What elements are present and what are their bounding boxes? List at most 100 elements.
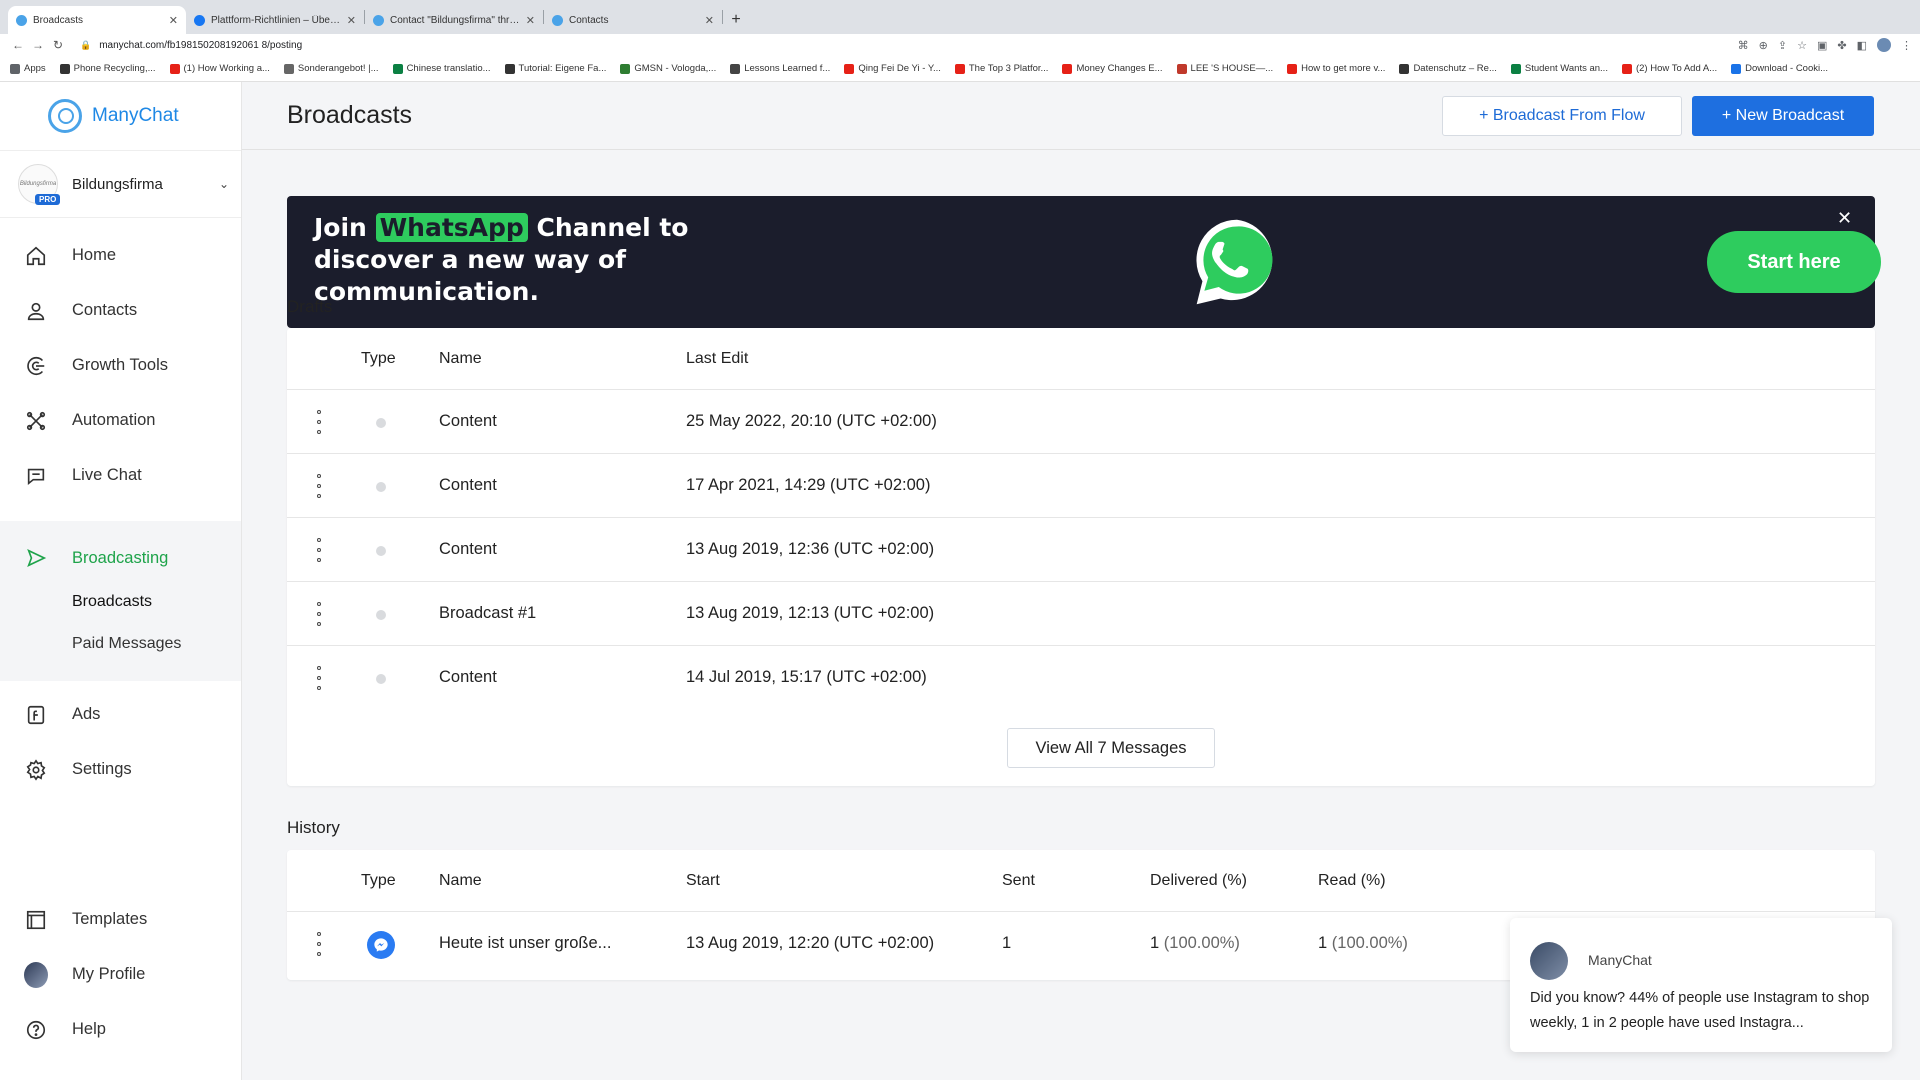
extension-icon[interactable]: ▣ xyxy=(1817,39,1827,52)
read-percent: (100.00%) xyxy=(1331,934,1408,952)
translate-icon[interactable]: ⌘ xyxy=(1738,39,1749,52)
close-tab-icon[interactable]: ✕ xyxy=(526,14,535,27)
draft-last-edit: 17 Apr 2021, 14:29 (UTC +02:00) xyxy=(686,476,931,494)
sidebar-subitem-label: Broadcasts xyxy=(72,593,153,610)
sidebar-item-templates[interactable]: Templates xyxy=(0,892,241,947)
browser-tab[interactable]: Contacts ✕ xyxy=(544,6,722,34)
sidebar-item-settings[interactable]: Settings xyxy=(0,742,241,797)
column-header-start: Start xyxy=(686,872,720,889)
banner-headline: Join WhatsApp Channel to discover a new … xyxy=(314,212,694,308)
bookmark-favicon-icon xyxy=(283,63,294,74)
puzzle-icon[interactable]: ✤ xyxy=(1837,39,1846,52)
browser-tab[interactable]: Broadcasts ✕ xyxy=(8,6,186,34)
new-broadcast-button[interactable]: + New Broadcast xyxy=(1692,96,1874,136)
browser-tab[interactable]: Plattform-Richtlinien – Übersicht ✕ xyxy=(186,6,364,34)
row-menu-icon[interactable] xyxy=(317,602,321,626)
sidebar-item-growth-tools[interactable]: Growth Tools xyxy=(0,338,241,393)
bookmark-item[interactable]: Chinese translatio... xyxy=(392,63,491,74)
bookmark-item[interactable]: Datenschutz – Re... xyxy=(1399,63,1497,74)
bookmark-label: Qing Fei De Yi - Y... xyxy=(858,63,941,74)
bookmark-item[interactable]: Tutorial: Eigene Fa... xyxy=(504,63,607,74)
live-chat-icon xyxy=(24,464,48,488)
sidebar-subitem-broadcasts[interactable]: Broadcasts xyxy=(0,581,241,623)
profile-avatar xyxy=(24,961,48,988)
bookmark-favicon-icon xyxy=(10,63,20,74)
drafts-card: Type Name Last Edit Content 25 May 2022, … xyxy=(287,328,1875,786)
sidepanel-icon[interactable]: ◧ xyxy=(1857,39,1867,52)
address-bar[interactable]: 🔒 manychat.com/fb198150208192061 8/posti… xyxy=(80,40,1738,51)
bookmark-label: Sonderangebot! |... xyxy=(297,63,379,74)
bookmark-item[interactable]: Apps xyxy=(10,63,46,74)
share-icon[interactable]: ⇪ xyxy=(1778,39,1787,52)
close-tab-icon[interactable]: ✕ xyxy=(347,14,356,27)
draft-last-edit: 25 May 2022, 20:10 (UTC +02:00) xyxy=(686,412,937,430)
bookmark-item[interactable]: Download - Cooki... xyxy=(1731,63,1828,74)
table-row[interactable]: Content 17 Apr 2021, 14:29 (UTC +02:00) xyxy=(287,454,1875,518)
start-here-button[interactable]: Start here xyxy=(1707,231,1881,293)
row-menu-icon[interactable] xyxy=(317,932,321,956)
bookmark-label: Tutorial: Eigene Fa... xyxy=(518,63,607,74)
back-arrow-icon[interactable]: ← xyxy=(8,38,28,52)
whatsapp-promo-banner: Join WhatsApp Channel to discover a new … xyxy=(287,196,1881,328)
zoom-icon[interactable]: ⊕ xyxy=(1759,39,1768,52)
forward-arrow-icon[interactable]: → xyxy=(28,38,48,52)
sidebar-item-live-chat[interactable]: Live Chat xyxy=(0,448,241,503)
bookmark-item[interactable]: Phone Recycling,... xyxy=(59,63,156,74)
bookmark-item[interactable]: How to get more v... xyxy=(1287,63,1385,74)
browser-menu-icon[interactable]: ⋮ xyxy=(1901,39,1912,52)
pro-badge: PRO xyxy=(35,194,61,205)
bookmark-star-icon[interactable]: ☆ xyxy=(1797,39,1807,52)
view-all-messages-button[interactable]: View All 7 Messages xyxy=(1007,728,1215,768)
page-header: Broadcasts + Broadcast From Flow + New B… xyxy=(242,82,1920,150)
sidebar-item-help[interactable]: Help xyxy=(0,1002,241,1057)
chat-notification-popup[interactable]: ManyChat Did you know? 44% of people use… xyxy=(1510,918,1892,1052)
sidebar-item-label: Contacts xyxy=(72,301,138,319)
bookmark-item[interactable]: (1) How Working a... xyxy=(169,63,270,74)
sidebar-item-label: Ads xyxy=(72,705,101,723)
table-row[interactable]: Content 25 May 2022, 20:10 (UTC +02:00) xyxy=(287,390,1875,454)
bookmark-item[interactable]: Money Changes E... xyxy=(1062,63,1163,74)
sidebar-subitem-paid-messages[interactable]: Paid Messages xyxy=(0,623,241,665)
bookmark-item[interactable]: GMSN - Vologda,... xyxy=(620,63,716,74)
row-menu-icon[interactable] xyxy=(317,538,321,562)
bookmark-label: Money Changes E... xyxy=(1076,63,1163,74)
new-tab-button[interactable]: + xyxy=(723,6,749,34)
bookmark-favicon-icon xyxy=(1621,63,1632,74)
sidebar-item-contacts[interactable]: Contacts xyxy=(0,283,241,338)
table-row[interactable]: Broadcast #1 13 Aug 2019, 12:13 (UTC +02:… xyxy=(287,582,1875,646)
sidebar-item-home[interactable]: Home xyxy=(0,228,241,283)
close-tab-icon[interactable]: ✕ xyxy=(169,14,178,27)
bookmark-item[interactable]: Lessons Learned f... xyxy=(730,63,830,74)
sidebar-item-ads[interactable]: Ads xyxy=(0,687,241,742)
close-tab-icon[interactable]: ✕ xyxy=(705,14,714,27)
broadcast-from-flow-button[interactable]: + Broadcast From Flow xyxy=(1442,96,1682,136)
bookmark-favicon-icon xyxy=(1176,63,1187,74)
row-menu-icon[interactable] xyxy=(317,474,321,498)
bookmark-item[interactable]: Qing Fei De Yi - Y... xyxy=(844,63,941,74)
bookmark-item[interactable]: The Top 3 Platfor... xyxy=(954,63,1048,74)
account-switcher[interactable]: Bildungsfirma PRO Bildungsfirma ⌄ xyxy=(0,150,241,218)
bookmark-item[interactable]: Sonderangebot! |... xyxy=(283,63,379,74)
browser-profile-avatar[interactable] xyxy=(1877,38,1891,52)
history-heading: History xyxy=(287,818,340,837)
main-nav: Home Contacts Growth Tools Automation Li… xyxy=(0,218,241,797)
bookmark-item[interactable]: (2) How To Add A... xyxy=(1621,63,1717,74)
bookmark-item[interactable]: Student Wants an... xyxy=(1510,63,1608,74)
bookmark-favicon-icon xyxy=(730,63,741,74)
row-menu-icon[interactable] xyxy=(317,666,321,690)
sidebar-item-my-profile[interactable]: My Profile xyxy=(0,947,241,1002)
bookmark-label: Apps xyxy=(24,63,46,74)
bookmark-item[interactable]: LEE 'S HOUSE—... xyxy=(1176,63,1273,74)
brand-logo[interactable]: ManyChat xyxy=(0,82,241,150)
sidebar-item-automation[interactable]: Automation xyxy=(0,393,241,448)
browser-tab[interactable]: Contact "Bildungsfirma" through ✕ xyxy=(365,6,543,34)
column-header-last-edit: Last Edit xyxy=(686,350,749,367)
close-icon[interactable]: ✕ xyxy=(1837,208,1852,229)
row-menu-icon[interactable] xyxy=(317,410,321,434)
sidebar-item-broadcasting[interactable]: Broadcasting xyxy=(0,535,241,581)
table-row[interactable]: Content 13 Aug 2019, 12:36 (UTC +02:00) xyxy=(287,518,1875,582)
table-row[interactable]: Content 14 Jul 2019, 15:17 (UTC +02:00) xyxy=(287,646,1875,710)
tab-title: Contacts xyxy=(569,14,609,26)
whatsapp-logo-icon xyxy=(1196,219,1273,305)
reload-icon[interactable]: ↻ xyxy=(48,38,68,52)
